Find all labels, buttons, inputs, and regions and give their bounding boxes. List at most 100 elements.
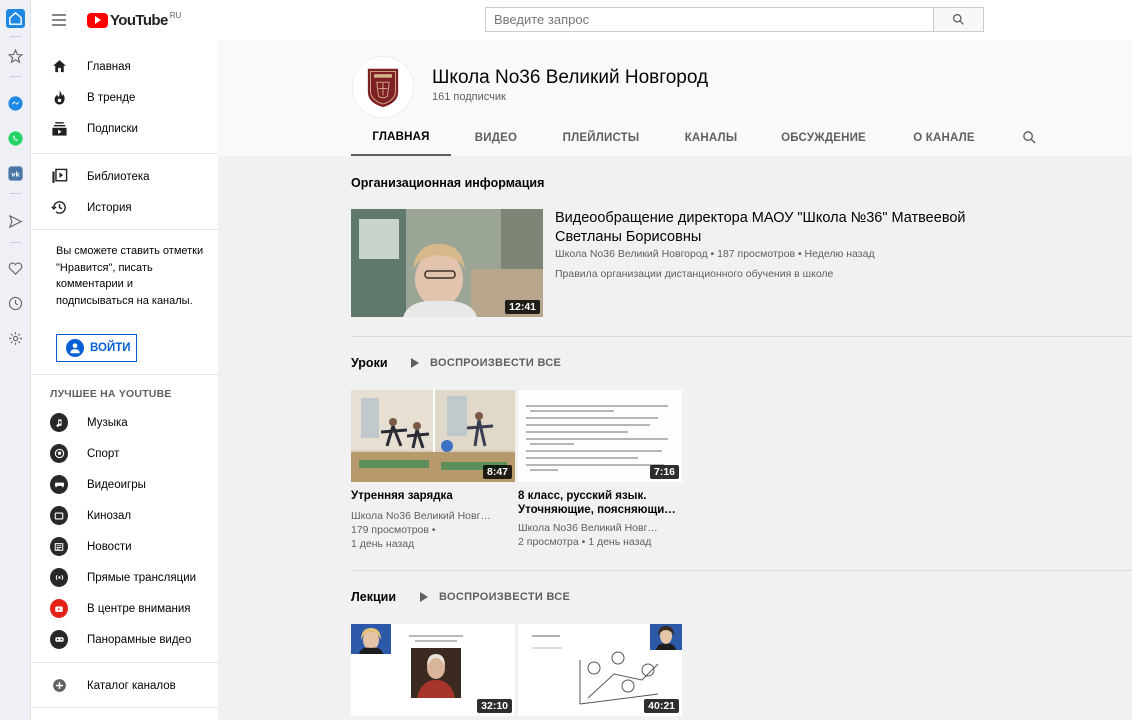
messenger-icon[interactable] xyxy=(6,94,25,113)
home-icon xyxy=(50,58,68,76)
video-duration: 12:41 xyxy=(505,300,540,314)
360-video-icon xyxy=(50,630,68,649)
guide-item-sport[interactable]: Спорт xyxy=(31,438,218,469)
star-icon[interactable] xyxy=(6,47,25,66)
guide-item-music[interactable]: Музыка xyxy=(31,407,218,438)
history-icon xyxy=(50,199,68,217)
guide-item-label: Новости xyxy=(87,540,132,553)
youtube-logo[interactable]: YouTube RU xyxy=(87,11,181,29)
movies-icon xyxy=(50,506,68,525)
youtube-play-icon xyxy=(87,12,108,28)
tab-about[interactable]: О КАНАЛЕ xyxy=(899,120,989,156)
video-channel[interactable]: Школа No36 Великий Новгород xyxy=(518,521,663,535)
guide-item-movies[interactable]: Кинозал xyxy=(31,500,218,531)
settings-gear-icon[interactable] xyxy=(6,329,25,348)
video-thumbnail-russian-lesson[interactable]: 7:16 xyxy=(518,390,682,482)
channel-title: Школа No36 Великий Новгород xyxy=(432,67,709,88)
section-title-lessons[interactable]: Уроки xyxy=(351,356,388,370)
video-duration: 7:16 xyxy=(649,465,679,479)
video-title[interactable]: Утренняя зарядка xyxy=(351,489,511,503)
menu-icon[interactable] xyxy=(51,12,67,28)
subscriber-count: 161 подписчик xyxy=(432,91,506,103)
whatsapp-icon[interactable] xyxy=(6,129,25,148)
guide-item-channel-catalog[interactable]: Каталог каналов xyxy=(31,670,218,701)
search-box[interactable] xyxy=(485,7,934,32)
tab-channels[interactable]: КАНАЛЫ xyxy=(676,120,746,156)
browser-home-icon[interactable] xyxy=(6,9,25,28)
search-input[interactable] xyxy=(486,8,933,31)
channel-content: Организационная информация 12:41 Видеооб… xyxy=(218,156,1132,720)
guide-item-spotlight[interactable]: В центре внимания xyxy=(31,593,218,624)
guide-item-label: Кинозал xyxy=(87,509,132,522)
video-views: 179 просмотров • xyxy=(351,524,436,536)
video-age: 1 день назад xyxy=(351,538,415,550)
sport-icon xyxy=(50,444,68,463)
region-code: RU xyxy=(169,11,182,20)
guide-item-news[interactable]: Новости xyxy=(31,531,218,562)
fire-icon xyxy=(50,89,68,107)
svg-text:vk: vk xyxy=(11,170,20,178)
guide-item-label: Прямые трансляции xyxy=(87,571,197,584)
play-icon xyxy=(411,358,419,368)
tab-playlists[interactable]: ПЛЕЙЛИСТЫ xyxy=(551,120,651,156)
channel-search-icon[interactable] xyxy=(1022,130,1038,146)
tab-discussion[interactable]: ОБСУЖДЕНИЕ xyxy=(771,120,876,156)
video-thumbnail-featured[interactable]: 12:41 xyxy=(351,209,543,317)
signin-label: ВОЙТИ xyxy=(90,342,131,354)
vk-icon[interactable]: vk xyxy=(6,164,25,183)
video-duration: 32:10 xyxy=(477,699,512,713)
school-emblem-icon xyxy=(367,68,399,107)
guide-item-label: В центре внимания xyxy=(87,602,191,615)
guide-item-trending[interactable]: В тренде xyxy=(31,82,218,113)
heart-icon[interactable] xyxy=(6,259,25,278)
guide-item-label: Главная xyxy=(87,60,131,73)
tab-videos[interactable]: ВИДЕО xyxy=(461,120,531,156)
signin-prompt: Вы сможете ставить отметки "Нравится", п… xyxy=(56,245,204,307)
featured-video-title[interactable]: Видеообращение директора МАОУ "Школа №36… xyxy=(555,209,975,247)
guide-item-label: В тренде xyxy=(87,91,136,104)
guide-item-live[interactable]: Прямые трансляции xyxy=(31,562,218,593)
tab-home[interactable]: ГЛАВНАЯ xyxy=(351,120,451,156)
guide-item-home[interactable]: Главная xyxy=(31,51,218,82)
guide-item-library[interactable]: Библиотека xyxy=(31,161,218,192)
add-circle-icon xyxy=(50,677,68,695)
logo-text: YouTube xyxy=(110,11,168,29)
guide-item-360-video[interactable]: Панорамные видео xyxy=(31,624,218,655)
video-thumbnail-lecture-1[interactable]: 32:10 xyxy=(351,624,515,716)
masthead: YouTube RU xyxy=(31,0,1132,40)
search-button[interactable] xyxy=(934,7,984,32)
section-title-lectures[interactable]: Лекции xyxy=(351,590,396,604)
video-thumbnail-lecture-2[interactable]: 40:21 xyxy=(518,624,682,716)
subscriptions-icon xyxy=(50,120,68,138)
signin-button[interactable]: ВОЙТИ xyxy=(56,334,137,362)
search-icon xyxy=(953,14,964,25)
clock-icon[interactable] xyxy=(6,294,25,313)
guide-item-label: Каталог каналов xyxy=(87,679,176,692)
send-icon[interactable] xyxy=(6,212,25,231)
guide-item-history[interactable]: История xyxy=(31,192,218,223)
play-all-lessons-button[interactable]: ВОСПРОИЗВЕСТИ ВСЕ xyxy=(411,357,561,369)
library-icon xyxy=(50,168,68,186)
video-channel[interactable]: Школа No36 Великий Новгород xyxy=(351,509,496,523)
play-all-lectures-button[interactable]: ВОСПРОИЗВЕСТИ ВСЕ xyxy=(420,591,570,603)
video-duration: 8:47 xyxy=(482,465,512,479)
guide-sidebar: Главная В тренде Подписки Библиотека Ист… xyxy=(31,40,218,720)
browser-sidebar: vk xyxy=(0,0,31,720)
guide-item-subscriptions[interactable]: Подписки xyxy=(31,113,218,144)
play-icon xyxy=(420,592,428,602)
section-title-org: Организационная информация xyxy=(351,176,545,190)
guide-item-label: История xyxy=(87,201,132,214)
video-views-age: 2 просмотра • 1 день назад xyxy=(518,536,652,548)
featured-video-meta: Школа No36 Великий Новгород • 187 просмо… xyxy=(555,248,875,260)
guide-item-label: Подписки xyxy=(87,122,138,135)
account-icon xyxy=(66,339,84,357)
best-of-youtube-header: ЛУЧШЕЕ НА YOUTUBE xyxy=(50,388,172,400)
video-thumbnail-morning-exercise[interactable]: 8:47 xyxy=(351,390,515,482)
channel-header: Школа No36 Великий Новгород 161 подписчи… xyxy=(218,40,1132,156)
news-icon xyxy=(50,537,68,556)
guide-item-label: Музыка xyxy=(87,416,128,429)
video-title[interactable]: 8 класс, русский язык. Уточняющие, поясн… xyxy=(518,489,678,517)
guide-item-gaming[interactable]: Видеоигры xyxy=(31,469,218,500)
channel-avatar[interactable] xyxy=(352,56,414,118)
guide-item-label: Панорамные видео xyxy=(87,633,192,646)
